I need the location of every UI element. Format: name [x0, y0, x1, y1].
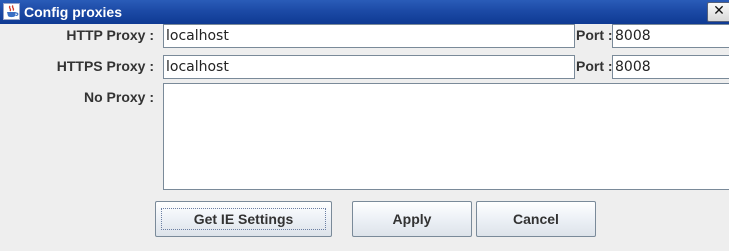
config-proxies-dialog: Config proxies ✕ HTTP Proxy : localhost …: [0, 0, 729, 251]
http-port-label: Port :: [576, 27, 613, 43]
get-ie-settings-label: Get IE Settings: [193, 211, 294, 227]
cancel-button[interactable]: Cancel: [476, 201, 596, 237]
window-title: Config proxies: [24, 4, 123, 20]
apply-label: Apply: [392, 211, 432, 227]
no-proxy-label: No Proxy :: [83, 89, 154, 105]
https-proxy-label: HTTPS Proxy :: [56, 58, 154, 74]
apply-button[interactable]: Apply: [352, 201, 472, 237]
https-port-label: Port :: [576, 58, 613, 74]
cancel-label: Cancel: [513, 211, 559, 227]
no-proxy-textarea[interactable]: [163, 83, 729, 190]
get-ie-settings-button[interactable]: Get IE Settings: [155, 201, 332, 237]
close-icon[interactable]: ✕: [707, 2, 729, 22]
http-port-input[interactable]: 8008: [612, 24, 729, 48]
java-cup-icon: [3, 3, 20, 20]
http-proxy-input[interactable]: localhost: [163, 24, 575, 48]
https-port-input[interactable]: 8008: [612, 55, 729, 79]
https-proxy-input[interactable]: localhost: [163, 55, 575, 79]
title-bar[interactable]: Config proxies ✕: [0, 0, 729, 24]
http-proxy-label: HTTP Proxy :: [66, 27, 154, 43]
